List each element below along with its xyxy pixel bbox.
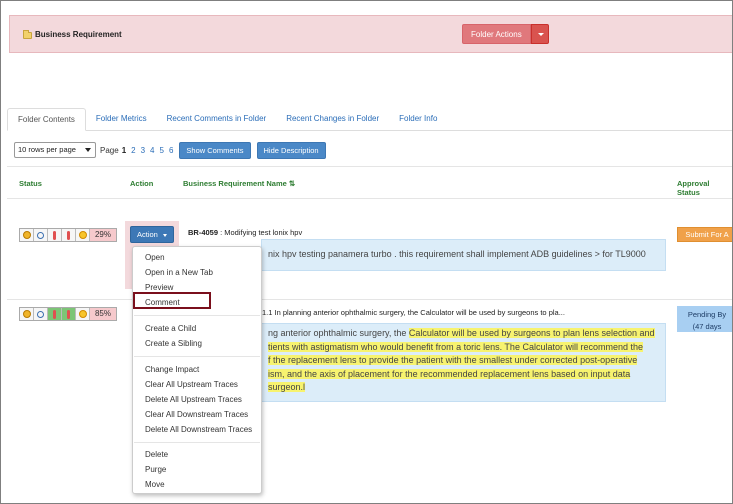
page-title: Business Requirement xyxy=(35,30,122,39)
folder-tabs: Folder Contents Folder Metrics Recent Co… xyxy=(7,108,732,131)
menu-item-open-new-tab[interactable]: Open in a New Tab xyxy=(145,268,213,277)
tab-folder-metrics[interactable]: Folder Metrics xyxy=(86,108,157,130)
menu-item-open[interactable]: Open xyxy=(145,253,165,262)
menu-divider xyxy=(134,356,260,357)
divider xyxy=(7,299,732,300)
menu-divider xyxy=(134,442,260,443)
app-frame: Business Requirement Folder Actions Fold… xyxy=(0,0,733,504)
row-action-button[interactable]: Action xyxy=(130,226,174,243)
thermometer-icon[interactable] xyxy=(48,229,62,241)
search-icon[interactable] xyxy=(34,229,48,241)
folder-icon xyxy=(23,30,32,39)
menu-divider xyxy=(134,315,260,316)
approval-status-line: Pending By xyxy=(687,310,727,319)
list-toolbar: 10 rows per page Page 1 2 3 4 5 6 Show C… xyxy=(14,141,326,159)
requirement-title[interactable]: BR-4059 : Modifying test lonix hpv xyxy=(188,228,668,237)
description-highlight: surgeon.l xyxy=(268,382,306,392)
column-header-name-label: Business Requirement Name xyxy=(183,179,287,188)
thermometer-icon[interactable] xyxy=(62,308,76,320)
requirement-title-text: : Modifying test lonix hpv xyxy=(218,228,303,237)
folder-actions-button[interactable]: Folder Actions xyxy=(462,24,531,44)
menu-item-delete-downstream-traces[interactable]: Delete All Downstream Traces xyxy=(145,425,252,434)
description-highlight: Calculator will be used by surgeons to p… xyxy=(408,328,655,338)
approval-status-line: (47 days xyxy=(692,322,722,331)
search-icon[interactable] xyxy=(34,308,48,320)
page-link-4[interactable]: 4 xyxy=(150,146,154,155)
description-highlight: ism, and the axis of placement for the r… xyxy=(268,368,631,379)
status-icons: 29% xyxy=(19,228,117,242)
menu-item-clear-upstream-traces[interactable]: Clear All Upstream Traces xyxy=(145,380,238,389)
approval-status-badge[interactable]: Pending By (47 days xyxy=(677,306,732,332)
completion-percent: 29% xyxy=(90,229,116,241)
page-link-6[interactable]: 6 xyxy=(169,146,173,155)
tab-recent-comments[interactable]: Recent Comments in Folder xyxy=(157,108,277,130)
menu-item-change-impact[interactable]: Change Impact xyxy=(145,365,199,374)
approval-status-badge[interactable]: Submit For A xyxy=(677,227,732,242)
divider xyxy=(7,198,732,199)
sort-icon[interactable]: ⇅ xyxy=(289,179,295,188)
lock-icon[interactable] xyxy=(20,308,34,320)
hide-description-button[interactable]: Hide Description xyxy=(256,141,326,159)
menu-item-delete[interactable]: Delete xyxy=(145,450,168,459)
menu-item-purge[interactable]: Purge xyxy=(145,465,166,474)
page-link-2[interactable]: 2 xyxy=(131,146,135,155)
tab-folder-info[interactable]: Folder Info xyxy=(389,108,447,130)
page-label: Page xyxy=(100,145,119,155)
description-highlight: tients with astigmatism who would benefi… xyxy=(268,341,643,352)
tab-recent-changes[interactable]: Recent Changes in Folder xyxy=(276,108,389,130)
divider xyxy=(7,166,732,167)
description-text: nix hpv testing panamera turbo . this re… xyxy=(268,249,646,259)
tab-folder-contents[interactable]: Folder Contents xyxy=(7,108,86,131)
sun-icon[interactable] xyxy=(76,308,90,320)
status-icons: 85% xyxy=(19,307,117,321)
column-header-action: Action xyxy=(130,179,154,188)
menu-item-clear-downstream-traces[interactable]: Clear All Downstream Traces xyxy=(145,410,248,419)
description-text: ng anterior ophthalmic surgery, the xyxy=(268,328,409,338)
requirement-title[interactable]: 1.1 In planning anterior ophthalmic surg… xyxy=(262,308,672,317)
thermometer-icon[interactable] xyxy=(62,229,76,241)
description-highlight: f the replacement lens to provide the pa… xyxy=(268,355,638,365)
page-link-5[interactable]: 5 xyxy=(160,146,164,155)
page-link-1[interactable]: 1 xyxy=(122,146,126,155)
menu-item-create-child[interactable]: Create a Child xyxy=(145,324,196,333)
column-header-status: Status xyxy=(19,179,42,188)
annotation-highlight-box xyxy=(133,292,211,309)
menu-item-create-sibling[interactable]: Create a Sibling xyxy=(145,339,202,348)
requirement-id[interactable]: BR-4059 xyxy=(188,228,218,237)
requirement-description: ng anterior ophthalmic surgery, the Calc… xyxy=(261,323,666,402)
row-action-menu: Open Open in a New Tab Preview Comment C… xyxy=(132,246,262,494)
page-link-3[interactable]: 3 xyxy=(141,146,145,155)
rows-per-page-select[interactable]: 10 rows per page xyxy=(14,142,96,158)
requirement-description: nix hpv testing panamera turbo . this re… xyxy=(261,239,666,271)
menu-item-move[interactable]: Move xyxy=(145,480,165,489)
completion-percent: 85% xyxy=(90,308,116,320)
show-comments-button[interactable]: Show Comments xyxy=(179,141,251,159)
folder-actions-group: Folder Actions xyxy=(462,24,549,44)
lock-icon[interactable] xyxy=(20,229,34,241)
column-header-approval: Approval Status xyxy=(677,179,710,197)
menu-item-preview[interactable]: Preview xyxy=(145,283,173,292)
thermometer-icon[interactable] xyxy=(48,308,62,320)
sun-icon[interactable] xyxy=(76,229,90,241)
column-header-name[interactable]: Business Requirement Name ⇅ xyxy=(183,179,295,188)
page-header: Business Requirement Folder Actions xyxy=(9,15,732,53)
menu-item-delete-upstream-traces[interactable]: Delete All Upstream Traces xyxy=(145,395,242,404)
folder-actions-dropdown-toggle[interactable] xyxy=(530,24,549,44)
